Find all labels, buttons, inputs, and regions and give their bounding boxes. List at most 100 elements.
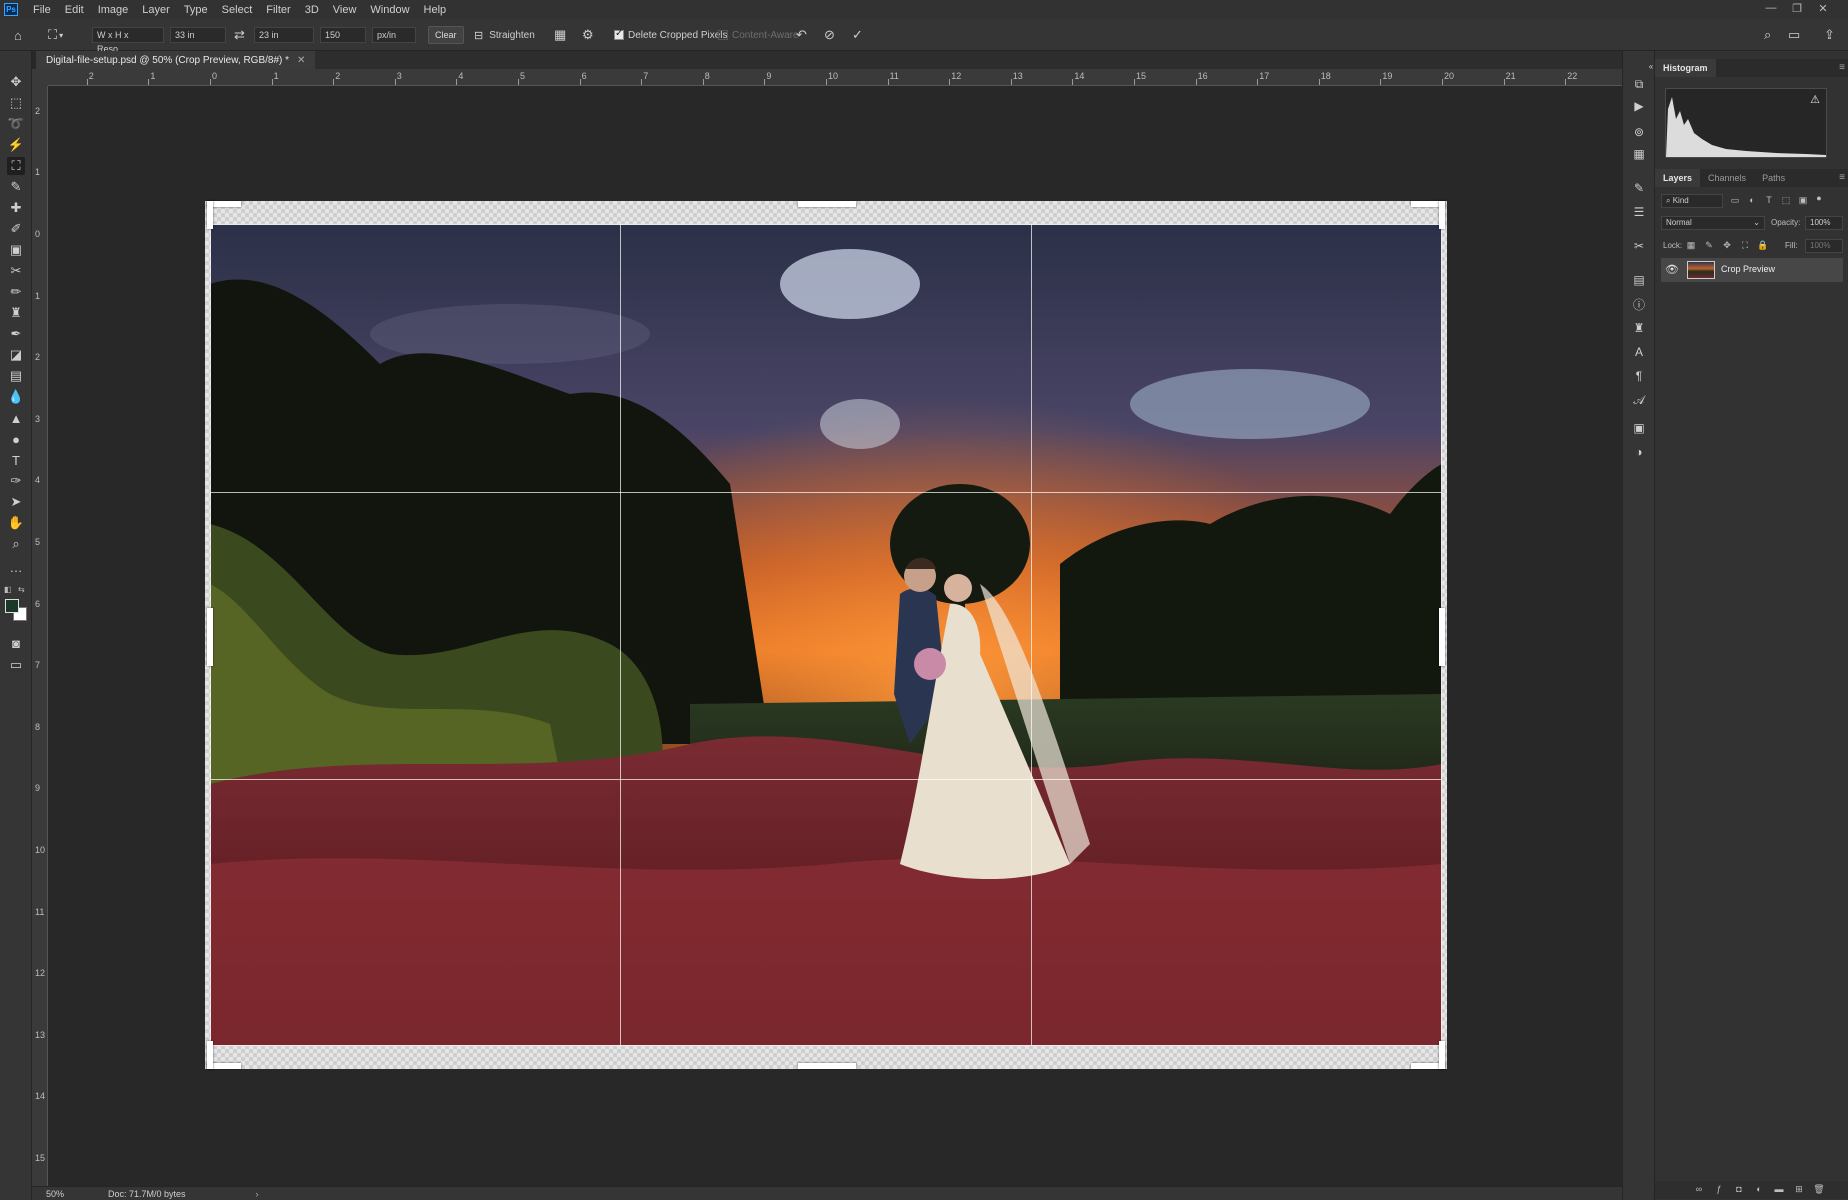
zoom-level[interactable]: 50%	[46, 1189, 76, 1199]
vertical-ruler[interactable]: 2 1 0 1 2 3 4 5 6 7 8 9 10 11 12 13 14 15	[32, 86, 48, 1186]
eraser-icon[interactable]: ◪	[7, 346, 25, 364]
filter-adjustment-icon[interactable]: ◐	[1746, 195, 1758, 205]
ratio-preset-dropdown[interactable]: W x H x Reso...	[92, 26, 164, 54]
lasso-icon[interactable]: ➰	[7, 115, 25, 133]
filter-smart-object-icon[interactable]: ▣	[1797, 195, 1809, 206]
healing-brush-icon[interactable]: ✚	[7, 199, 25, 217]
sharpen-icon[interactable]: ▲	[7, 409, 25, 427]
glyphs-panel-icon[interactable]: 𝒜	[1629, 391, 1649, 409]
opacity-input[interactable]: 100%	[1805, 216, 1843, 230]
tab-paths[interactable]: Paths	[1754, 169, 1793, 187]
menu-filter[interactable]: Filter	[259, 4, 297, 16]
photoshop-logo[interactable]: Ps	[4, 3, 18, 16]
share-icon[interactable]: ⇪	[1824, 26, 1835, 44]
dodge-icon[interactable]: ●	[7, 430, 25, 448]
patch-icon[interactable]: ✐	[7, 220, 25, 238]
resolution-input[interactable]: 150	[320, 26, 366, 44]
delete-layer-icon[interactable]: 🗑	[1813, 1184, 1825, 1195]
menu-file[interactable]: File	[26, 4, 58, 16]
layer-style-fx-icon[interactable]: ƒ	[1713, 1184, 1725, 1194]
crop-height-input[interactable]: 23 in	[254, 26, 314, 44]
resolution-unit-dropdown[interactable]: px/in	[372, 26, 416, 44]
filter-type-icon[interactable]: T	[1763, 195, 1775, 205]
menu-type[interactable]: Type	[177, 4, 215, 16]
actions-panel-icon[interactable]: ▶	[1629, 97, 1649, 115]
filter-pixel-icon[interactable]: ▭	[1729, 195, 1741, 206]
ruler-origin[interactable]	[32, 69, 48, 86]
quick-mask-icon[interactable]: ◙	[7, 634, 25, 652]
color-panel-icon[interactable]: ◑	[1629, 443, 1649, 461]
screen-mode-icon[interactable]: ▭	[7, 656, 25, 674]
crop-tool-preset-icon[interactable]: ⛶ ▾	[48, 26, 63, 44]
menu-edit[interactable]: Edit	[58, 4, 91, 16]
grid-overlay-icon[interactable]: ▦	[554, 26, 566, 44]
menu-view[interactable]: View	[326, 4, 364, 16]
link-layers-icon[interactable]: ∞	[1693, 1184, 1705, 1194]
path-select-icon[interactable]: ➤	[7, 493, 25, 511]
layer-filter-kind[interactable]: ⌕ Kind	[1661, 194, 1723, 208]
filter-toggle-icon[interactable]: ●	[1813, 193, 1825, 203]
lock-all-icon[interactable]: 🔒	[1757, 240, 1769, 251]
search-icon[interactable]: ⌕	[1764, 26, 1771, 44]
crop-width-input[interactable]: 33 in	[170, 26, 226, 44]
horizontal-ruler[interactable]: 2 1 0 1 2 3 4 5 6 7 8 9 10 11 12 13 14 15 16 17 18 19 20 21 22	[48, 69, 1622, 86]
zoom-icon[interactable]: ⌕	[7, 535, 25, 553]
info-panel-icon[interactable]: ⓘ	[1629, 295, 1649, 313]
adjustments-panel-icon[interactable]: ☰	[1629, 203, 1649, 221]
history-panel-icon[interactable]: ⧉	[1629, 75, 1649, 93]
minimize-button[interactable]: —	[1760, 2, 1782, 16]
properties-panel-icon[interactable]: ▤	[1629, 271, 1649, 289]
tab-histogram[interactable]: Histogram	[1655, 59, 1716, 77]
crop-handle-left[interactable]	[207, 608, 213, 666]
hand-icon[interactable]: ✋	[7, 514, 25, 532]
commit-crop-icon[interactable]: ✓	[852, 26, 863, 44]
crop-icon[interactable]: ⛶	[7, 157, 25, 175]
tab-channels[interactable]: Channels	[1700, 169, 1754, 187]
layer-row-crop-preview[interactable]: 👁 Crop Preview	[1661, 258, 1843, 282]
home-icon[interactable]: ⌂	[14, 26, 22, 44]
magic-wand-icon[interactable]: ⚡	[7, 136, 25, 154]
fill-input[interactable]: 100%	[1805, 239, 1843, 253]
status-more-icon[interactable]: ›	[256, 1189, 259, 1199]
new-group-icon[interactable]: ▬	[1773, 1184, 1785, 1194]
reset-crop-icon[interactable]: ↶	[796, 26, 807, 44]
libraries-panel-icon[interactable]: ▣	[1629, 419, 1649, 437]
pen-icon[interactable]: ✑	[7, 472, 25, 490]
menu-layer[interactable]: Layer	[135, 4, 177, 16]
workspace-icon[interactable]: ▭	[1788, 26, 1800, 44]
crop-settings-gear-icon[interactable]: ⚙	[582, 26, 594, 44]
menu-window[interactable]: Window	[363, 4, 416, 16]
blur-icon[interactable]: 💧	[7, 388, 25, 406]
crop-handle-top-right-v[interactable]	[1439, 201, 1445, 229]
add-mask-icon[interactable]: ◘	[1733, 1184, 1745, 1194]
crop-handle-bottom-left-v[interactable]	[207, 1041, 213, 1069]
lock-image-icon[interactable]: ✎	[1703, 240, 1715, 251]
brush-icon[interactable]: ✏	[7, 283, 25, 301]
tool-presets-panel-icon[interactable]: ✂	[1629, 237, 1649, 255]
more-tools-icon[interactable]: …	[7, 558, 25, 576]
swatches-panel-icon[interactable]: ▦	[1629, 145, 1649, 163]
3d-panel-icon[interactable]: ⊚	[1629, 123, 1649, 141]
close-window-button[interactable]: ✕	[1812, 2, 1834, 16]
layers-menu-icon[interactable]: ≡	[1839, 172, 1845, 183]
eyedropper-icon[interactable]: ✎	[7, 178, 25, 196]
blend-mode-dropdown[interactable]: Normal ⌄	[1661, 216, 1765, 230]
lock-transparent-icon[interactable]: ▦	[1685, 240, 1697, 251]
document-tab[interactable]: Digital-file-setup.psd @ 50% (Crop Previ…	[36, 51, 316, 69]
menu-help[interactable]: Help	[417, 4, 454, 16]
character-panel-icon[interactable]: A	[1629, 343, 1649, 361]
filter-shape-icon[interactable]: ⬚	[1780, 195, 1792, 206]
paragraph-panel-icon[interactable]: ¶	[1629, 367, 1649, 385]
type-icon[interactable]: T	[7, 451, 25, 469]
eye-visibility-icon[interactable]: 👁	[1665, 263, 1679, 276]
restore-button[interactable]: ❐	[1786, 2, 1808, 16]
crop-handle-right[interactable]	[1439, 608, 1445, 666]
crop-handle-top[interactable]	[798, 201, 856, 207]
warning-icon[interactable]: ⚠	[1810, 93, 1820, 106]
close-tab-icon[interactable]: ✕	[297, 55, 305, 66]
foreground-color-swatch[interactable]	[5, 599, 19, 613]
adjustment-layer-icon[interactable]: ◐	[1753, 1184, 1765, 1194]
brushes-panel-icon[interactable]: ✎	[1629, 179, 1649, 197]
frame-icon[interactable]: ▣	[7, 241, 25, 259]
menu-select[interactable]: Select	[215, 4, 260, 16]
